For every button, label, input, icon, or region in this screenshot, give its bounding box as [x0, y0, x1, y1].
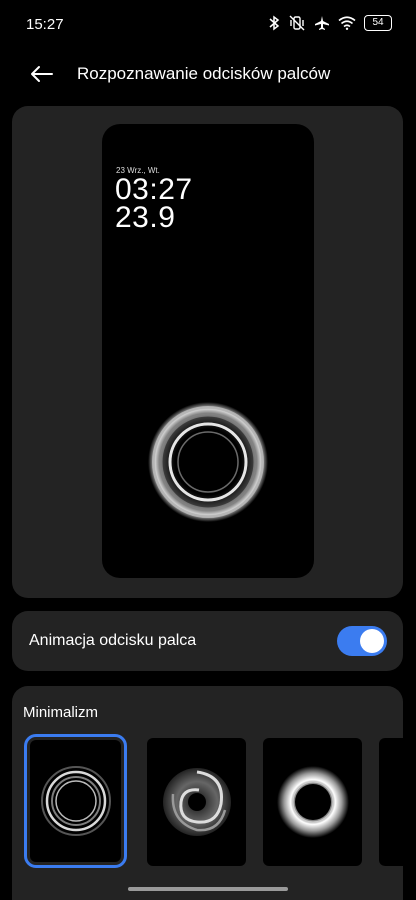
preview-card: 23 Wrz., Wt. 03:27 23.9 [12, 106, 403, 598]
section-title: Minimalizm [23, 704, 98, 721]
status-bar: 15:27 54 [0, 0, 416, 52]
vibrate-off-icon [289, 15, 305, 31]
animation-toggle-switch[interactable] [337, 626, 387, 656]
status-icons: 54 [268, 15, 392, 31]
animation-option-3[interactable] [263, 738, 362, 866]
home-indicator[interactable] [128, 887, 288, 891]
toggle-knob [360, 629, 384, 653]
animation-toggle-card: Animacja odcisku palca [12, 611, 403, 671]
animation-option-2[interactable] [147, 738, 246, 866]
thin-ring-icon [40, 766, 111, 836]
status-time: 15:27 [26, 16, 64, 33]
header: Rozpoznawanie odcisków palców [0, 52, 416, 96]
swirl-ring-icon [162, 768, 231, 836]
page-title: Rozpoznawanie odcisków palców [77, 64, 331, 83]
fingerprint-ring-icon [148, 402, 268, 522]
animation-option-1[interactable] [24, 734, 127, 868]
battery-icon: 54 [364, 15, 392, 31]
glow-ring-icon [276, 766, 349, 838]
preview-time: 03:27 [115, 173, 193, 206]
animation-toggle-label: Animacja odcisku palca [29, 632, 197, 649]
animation-styles-card: Minimalizm [12, 686, 403, 900]
bluetooth-icon [269, 15, 280, 31]
preview-temperature: 23.9 [115, 201, 176, 234]
animation-option-4[interactable] [379, 738, 403, 866]
back-button[interactable] [28, 60, 56, 88]
airplane-icon [315, 16, 329, 30]
lockscreen-preview: 23 Wrz., Wt. 03:27 23.9 [102, 124, 314, 578]
animation-options-row [24, 734, 403, 874]
back-arrow-icon [31, 66, 53, 82]
wifi-icon [338, 16, 356, 30]
partial-option-icon [391, 764, 404, 840]
